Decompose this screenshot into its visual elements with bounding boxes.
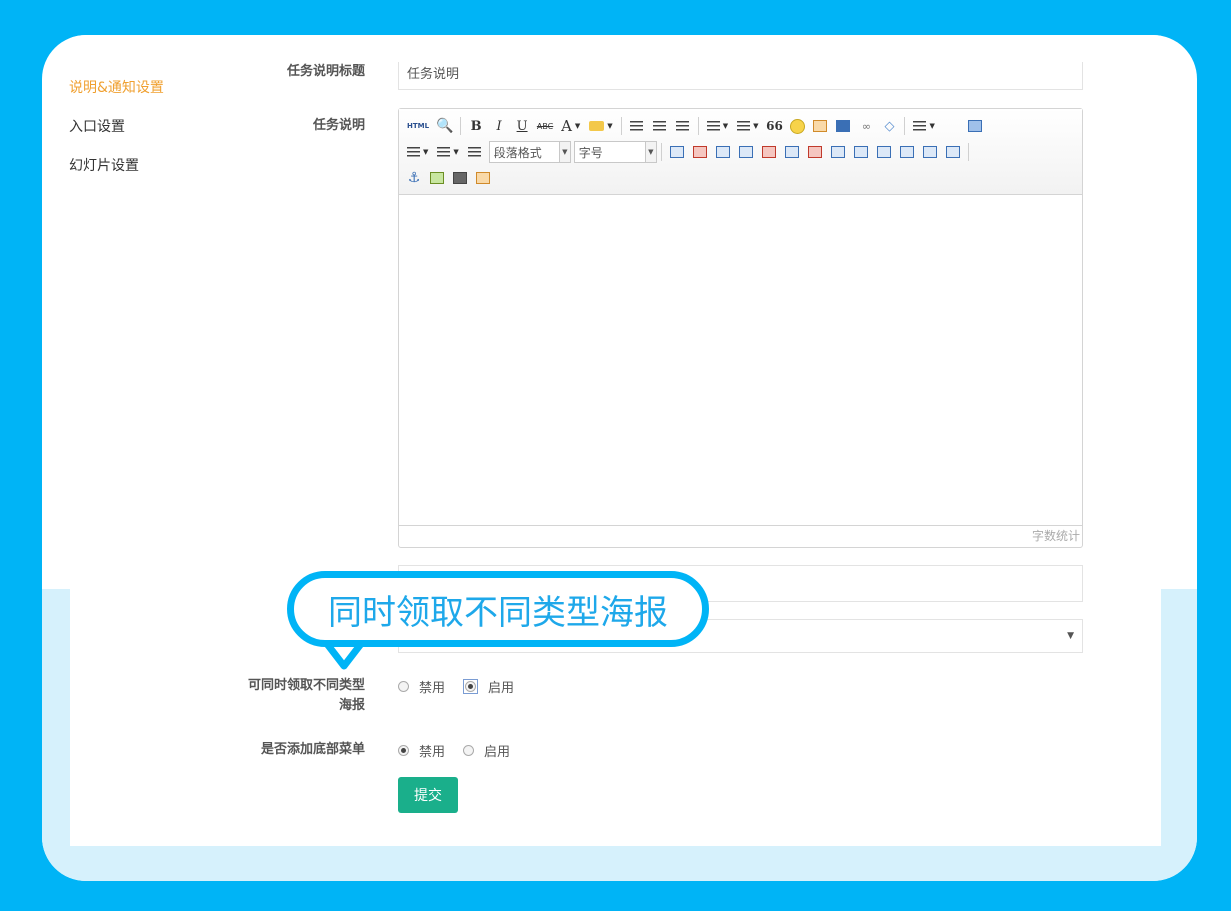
insert-table-icon[interactable] xyxy=(668,143,686,161)
multi-poster-enable-radio[interactable] xyxy=(465,681,477,692)
highlight-color-icon[interactable]: ▼ xyxy=(587,117,614,135)
sidebar-item-notice-settings[interactable]: 说明&通知设置 xyxy=(69,78,164,117)
fullscreen-icon[interactable] xyxy=(966,117,984,135)
bottom-menu-disable-label: 禁用 xyxy=(419,745,446,760)
bottom-menu-enable-label: 启用 xyxy=(484,745,511,760)
delete-col-icon[interactable] xyxy=(806,143,824,161)
delete-table-icon[interactable] xyxy=(691,143,709,161)
bottom-menu-disable-radio[interactable] xyxy=(398,745,409,756)
task-title-input[interactable]: 任务说明 xyxy=(398,62,1083,90)
row-spacing-icon[interactable]: ▼ xyxy=(435,143,460,161)
bold-icon[interactable]: B xyxy=(467,117,485,135)
delete-row-icon[interactable] xyxy=(760,143,778,161)
italic-icon[interactable]: I xyxy=(490,117,508,135)
word-count: 字数统计 xyxy=(1031,529,1080,543)
split-rows-icon[interactable] xyxy=(921,143,939,161)
multi-poster-disable-radio[interactable] xyxy=(398,681,409,692)
font-color-icon[interactable]: A ▼ xyxy=(559,117,582,135)
preview-icon[interactable]: 🔍 xyxy=(436,117,454,135)
merge-down-icon[interactable] xyxy=(875,143,893,161)
table-caption-icon[interactable] xyxy=(714,143,732,161)
insert-image-icon[interactable] xyxy=(428,169,446,187)
split-cells-icon[interactable] xyxy=(898,143,916,161)
multi-poster-enable-label: 启用 xyxy=(488,681,515,696)
editor-toolbar: HTML 🔍 B I U ABC A ▼ ▼ ▼ ▼ 66 ∞ ◇ ▼ ▼ ▼ … xyxy=(399,109,1082,195)
ordered-list-icon[interactable]: ▼ xyxy=(705,117,730,135)
indent-icon[interactable] xyxy=(466,143,484,161)
underline-icon[interactable]: U xyxy=(513,117,531,135)
video-icon[interactable] xyxy=(834,117,852,135)
bottom-menu-enable-radio[interactable] xyxy=(463,745,475,756)
insert-row-icon[interactable] xyxy=(737,143,755,161)
sidebar-item-entry-settings[interactable]: 入口设置 xyxy=(69,117,164,156)
line-height-icon[interactable]: ▼ xyxy=(911,117,936,135)
unordered-list-icon[interactable]: ▼ xyxy=(735,117,760,135)
paste-icon[interactable] xyxy=(474,169,492,187)
font-size-select[interactable]: 字号 ▼ xyxy=(573,141,657,163)
split-cols-icon[interactable] xyxy=(944,143,962,161)
link-icon[interactable]: ∞ xyxy=(857,117,875,135)
image-icon[interactable] xyxy=(811,117,829,135)
align-right-icon[interactable] xyxy=(674,117,692,135)
paragraph-spacing-icon[interactable]: ▼ xyxy=(405,143,430,161)
callout-bubble: 同时领取不同类型海报 xyxy=(287,571,709,647)
insert-col-icon[interactable] xyxy=(783,143,801,161)
align-left-icon[interactable] xyxy=(628,117,646,135)
paragraph-format-select[interactable]: 段落格式 ▼ xyxy=(488,141,571,163)
blockquote-icon[interactable]: 66 xyxy=(765,117,783,135)
align-center-icon[interactable] xyxy=(651,117,669,135)
task-title-label: 任务说明标题 xyxy=(286,64,365,79)
multi-poster-disable-label: 禁用 xyxy=(419,681,446,696)
merge-right-icon[interactable] xyxy=(852,143,870,161)
emoticon-icon[interactable] xyxy=(788,117,806,135)
submit-button[interactable]: 提交 xyxy=(398,777,458,813)
html-source-icon[interactable]: HTML xyxy=(405,117,431,135)
bottom-menu-label: 是否添加底部菜单 xyxy=(260,742,365,757)
task-desc-label: 任务说明 xyxy=(312,118,365,133)
chevron-down-icon: ▼ xyxy=(1067,631,1074,641)
merge-cells-icon[interactable] xyxy=(829,143,847,161)
bottom-menu-radio-group: 禁用 启用 xyxy=(398,741,528,760)
rich-text-editor: HTML 🔍 B I U ABC A ▼ ▼ ▼ ▼ 66 ∞ ◇ ▼ ▼ ▼ … xyxy=(398,108,1083,548)
sidebar-item-slideshow-settings[interactable]: 幻灯片设置 xyxy=(69,156,164,195)
strikethrough-icon[interactable]: ABC xyxy=(536,117,554,135)
print-icon[interactable] xyxy=(451,169,469,187)
multi-poster-radio-group: 禁用 启用 xyxy=(398,677,532,696)
multi-poster-label: 可同时领取不同类型海报 xyxy=(247,678,365,713)
sidebar: 说明&通知设置 入口设置 幻灯片设置 xyxy=(69,78,164,195)
eraser-icon[interactable]: ◇ xyxy=(880,117,898,135)
anchor-icon[interactable]: ⚓ xyxy=(405,169,423,187)
editor-content-area[interactable] xyxy=(399,195,1082,526)
